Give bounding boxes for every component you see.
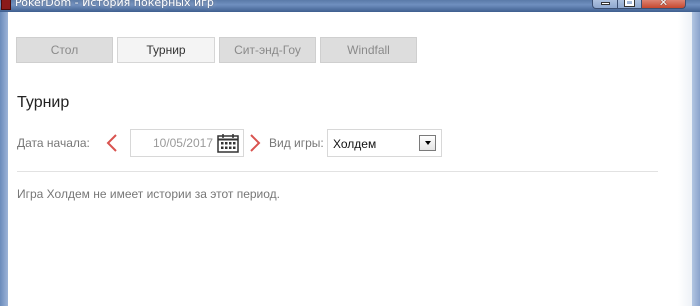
chevron-left-icon	[106, 134, 117, 152]
chevron-down-icon	[424, 141, 431, 145]
game-type-value: Холдем	[333, 137, 377, 151]
calendar-icon	[217, 134, 239, 153]
prev-date-button[interactable]	[105, 133, 119, 153]
close-icon: ✕	[658, 0, 669, 9]
tab-table[interactable]: Стол	[16, 37, 113, 63]
calendar-button[interactable]	[217, 134, 239, 153]
empty-history-message: Игра Холдем не имеет истории за этот пер…	[17, 187, 281, 201]
tab-windfall[interactable]: Windfall	[320, 37, 417, 63]
window-title: PokerDom - История покерных игр	[15, 0, 214, 9]
pokerdom-app-icon	[1, 0, 11, 10]
start-date-label: Дата начала:	[17, 136, 90, 150]
game-type-select[interactable]: Холдем	[327, 129, 442, 157]
game-type-label: Вид игры:	[269, 136, 324, 150]
tab-tournament[interactable]: Турнир	[117, 37, 215, 63]
window-frame-left	[0, 12, 8, 306]
minimize-button[interactable]	[592, 0, 618, 9]
chevron-right-icon	[250, 134, 261, 152]
filters-row: Дата начала: 10/05/2017 Вид игры: Холдем	[17, 129, 677, 157]
history-tabs: Стол Турнир Сит-энд-Гоу Windfall	[16, 37, 417, 63]
tab-sit-and-go[interactable]: Сит-энд-Гоу	[219, 37, 316, 63]
divider	[17, 171, 658, 172]
start-date-input[interactable]	[131, 130, 217, 156]
window-frame-shade	[678, 12, 692, 306]
maximize-button[interactable]	[618, 0, 642, 9]
next-date-button[interactable]	[248, 133, 262, 153]
close-button[interactable]: ✕	[642, 0, 686, 9]
maximize-icon	[624, 0, 635, 7]
section-title: Турнир	[17, 94, 70, 111]
date-picker	[130, 129, 244, 157]
minimize-icon	[600, 2, 610, 5]
dropdown-button[interactable]	[419, 135, 436, 151]
window-titlebar[interactable]: PokerDom - История покерных игр ✕	[0, 0, 700, 12]
window-controls: ✕	[592, 0, 686, 9]
main-content: Стол Турнир Сит-энд-Гоу Windfall Турнир …	[8, 12, 678, 306]
window-frame-right	[692, 12, 700, 306]
